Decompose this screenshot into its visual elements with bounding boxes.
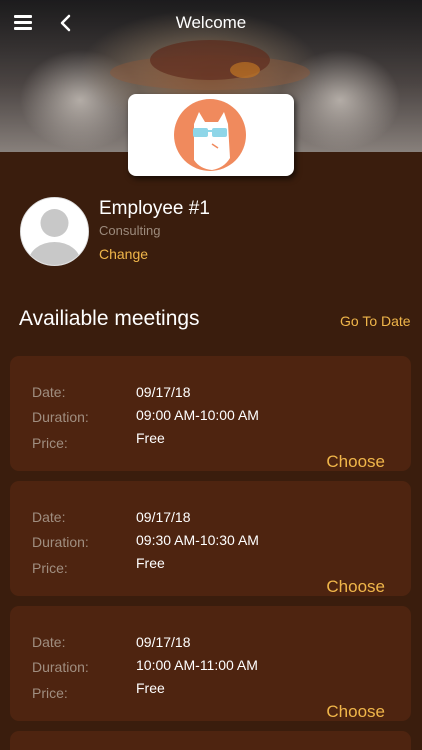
employee-name: Employee #1	[99, 198, 210, 219]
date-label: Date:	[32, 509, 66, 525]
section-title: Availiable meetings	[19, 307, 200, 330]
meeting-card: Date: 09/17/18 Duration: 09:00 AM-10:00 …	[10, 356, 411, 471]
meeting-card: Date: 09/17/18 Duration: 09:30 AM-10:30 …	[10, 481, 411, 596]
employee-profile: Employee #1 Consulting Change	[0, 190, 422, 280]
price-label: Price:	[32, 560, 68, 576]
page-title: Welcome	[175, 13, 247, 32]
choose-button[interactable]: Choose	[326, 452, 385, 472]
choose-button[interactable]: Choose	[326, 577, 385, 597]
date-label: Date:	[32, 384, 66, 400]
price-label: Price:	[32, 435, 68, 451]
top-bar: Welcome	[0, 0, 422, 46]
go-to-date-button[interactable]: Go To Date	[340, 313, 411, 329]
duration-label: Duration:	[32, 534, 89, 550]
duration-label: Duration:	[32, 409, 89, 425]
avatar	[20, 197, 89, 266]
price-value: Free	[136, 430, 165, 446]
change-employee-button[interactable]: Change	[99, 246, 148, 262]
meeting-card	[10, 731, 411, 750]
default-user-icon	[21, 198, 88, 265]
duration-label: Duration:	[32, 659, 89, 675]
price-label: Price:	[32, 685, 68, 701]
company-logo	[128, 94, 294, 176]
date-label: Date:	[32, 634, 66, 650]
duration-value: 09:30 AM-10:30 AM	[136, 532, 259, 548]
date-value: 09/17/18	[136, 384, 191, 400]
duration-value: 10:00 AM-11:00 AM	[136, 657, 258, 673]
meeting-card: Date: 09/17/18 Duration: 10:00 AM-11:00 …	[10, 606, 411, 721]
duration-value: 09:00 AM-10:00 AM	[136, 407, 259, 423]
choose-button[interactable]: Choose	[326, 702, 385, 722]
date-value: 09/17/18	[136, 509, 191, 525]
cat-logo-icon	[174, 99, 246, 171]
date-value: 09/17/18	[136, 634, 191, 650]
price-value: Free	[136, 555, 165, 571]
price-value: Free	[136, 680, 165, 696]
employee-department: Consulting	[99, 223, 161, 238]
